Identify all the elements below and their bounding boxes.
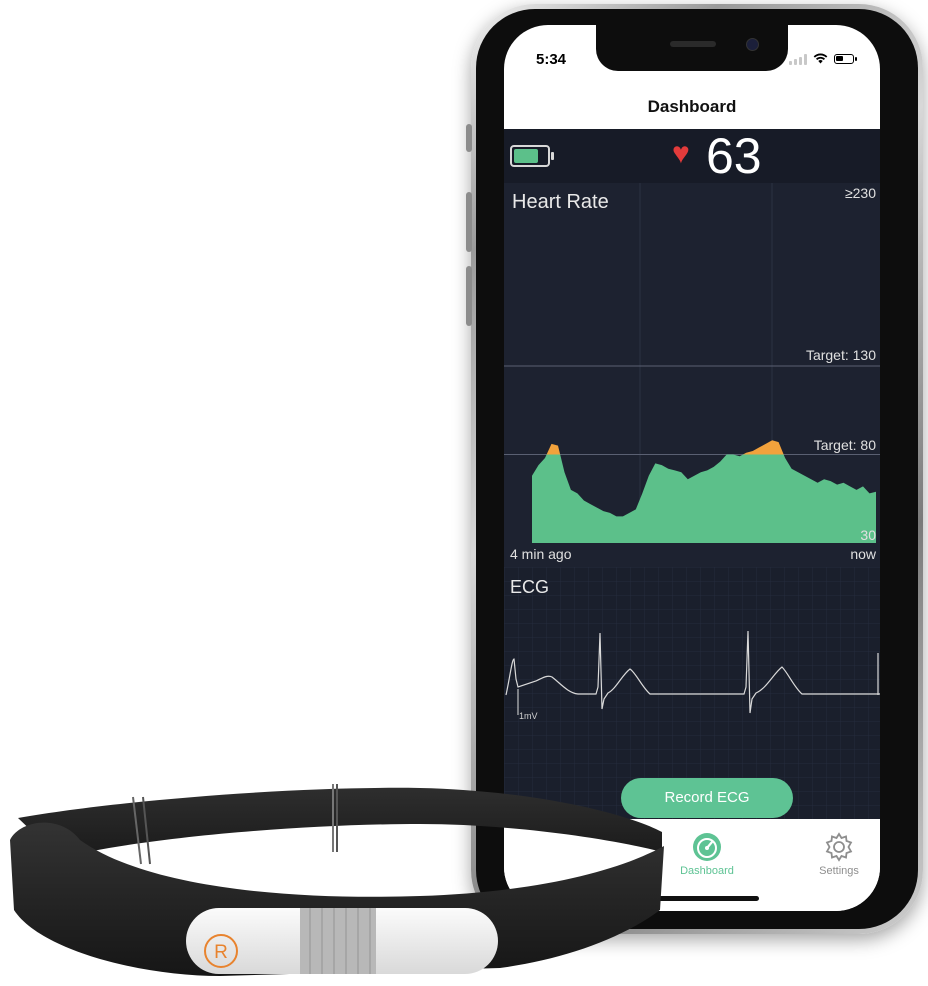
ecg-title: ECG — [510, 577, 550, 597]
sensor-pod-band — [300, 908, 376, 974]
tab-settings-label: Settings — [819, 865, 859, 877]
strap-back — [18, 787, 662, 858]
hr-end-label: now — [850, 546, 876, 562]
hr-start-label: 4 min ago — [510, 546, 572, 562]
dashboard-gauge-icon — [691, 831, 723, 863]
status-battery-icon — [834, 54, 857, 64]
speaker — [670, 41, 716, 47]
heart-icon: ♥ — [672, 137, 690, 170]
volume-up-button — [466, 192, 472, 252]
chest-strap: R — [10, 784, 664, 976]
live-bpm-value: 63 — [706, 128, 762, 184]
front-camera — [746, 38, 759, 51]
dashboard-panel: ♥ 63 Heart Rate ≥230 Target: 130 Target:… — [504, 129, 880, 819]
ecg-scale-label: 1mV — [519, 711, 538, 721]
wifi-icon — [813, 53, 828, 65]
tab-settings[interactable]: Settings — [794, 831, 880, 877]
signal-icon — [789, 53, 807, 65]
hr-max-label: ≥230 — [844, 185, 876, 201]
target-low-label: Target: 80 — [813, 437, 876, 453]
status-icons — [789, 53, 857, 65]
volume-down-button — [466, 266, 472, 326]
live-heart-rate-bar: ♥ 63 — [504, 129, 880, 183]
gear-icon — [823, 831, 855, 863]
brand-logo-letter: R — [214, 942, 228, 963]
page-title: Dashboard — [647, 97, 737, 116]
notch — [596, 25, 788, 71]
app-screen: 5:34 Dashboard ♥ 63 Heart Rate ≥230 Targ… — [504, 25, 880, 911]
mute-switch — [466, 124, 472, 152]
sensor-battery-icon — [510, 145, 554, 167]
hr-min-label: 30 — [860, 527, 876, 543]
heart-rate-title: Heart Rate — [512, 191, 609, 213]
status-time: 5:34 — [536, 51, 567, 68]
target-high-label: Target: 130 — [805, 347, 876, 363]
heart-rate-chart — [504, 183, 880, 567]
